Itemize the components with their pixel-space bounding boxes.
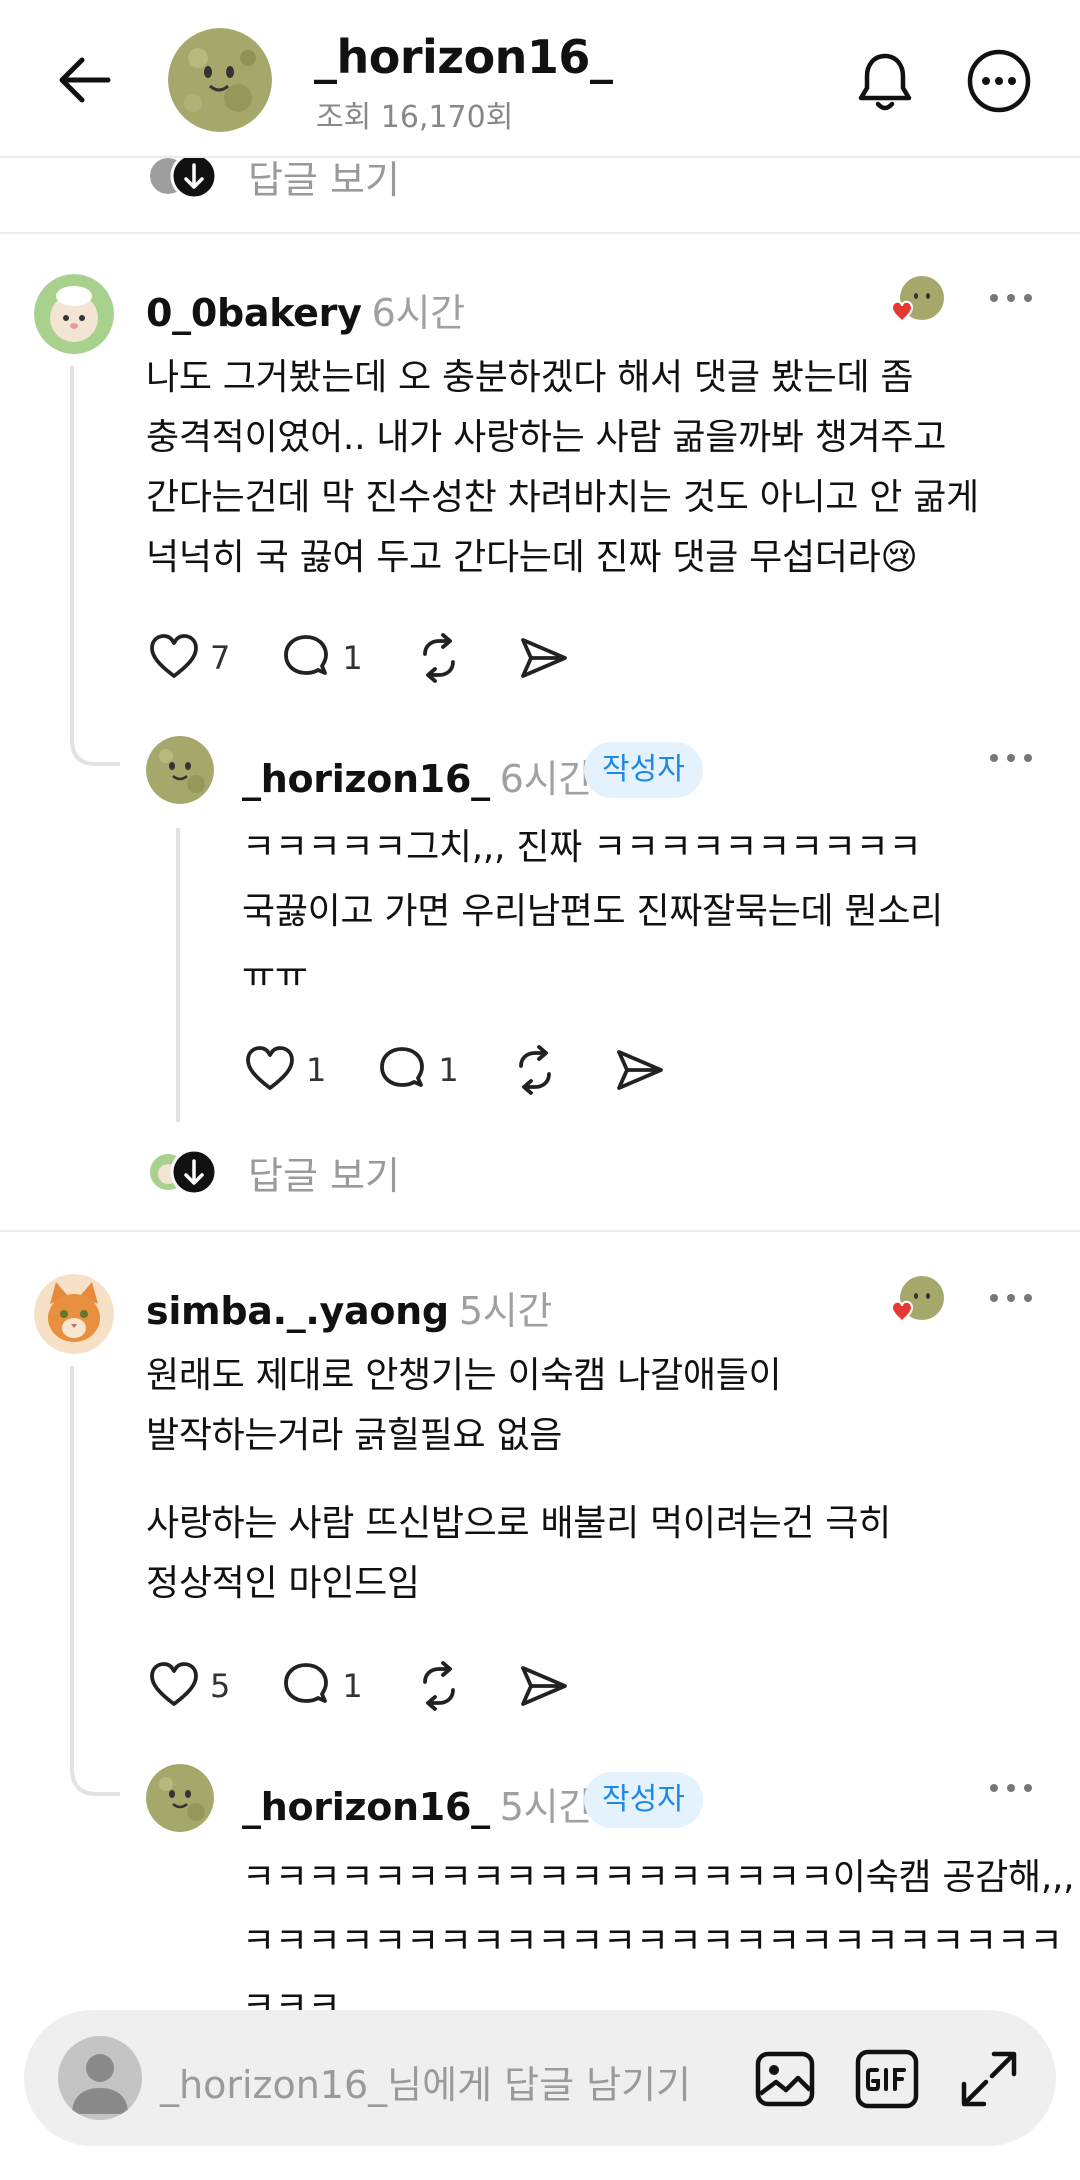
comment-text: 나도 그거봤는데 오 충분하겠다 해서 댓글 봤는데 좀 충격적이였어.. 내가… [146,357,979,578]
repost-icon [422,633,455,683]
gif-icon[interactable] [854,2046,920,2112]
author-badge: 작성자 [584,742,703,798]
user-icon [72,2054,128,2114]
like-button[interactable]: 5 [146,1658,230,1714]
reply-username[interactable]: _horizon16_ 5시간 [242,1776,593,1831]
share-button[interactable] [515,630,571,686]
repost-icon [518,1045,551,1095]
like-count: 5 [210,1667,231,1705]
thread-connector [70,366,120,766]
divider [0,232,1080,234]
comment-icon [284,635,329,675]
like-button[interactable]: 7 [146,630,230,686]
comment-text-paragraph: 사랑하는 사람 뜨신밥으로 배불리 먹이려는건 극히 정상적인 마인드임 [146,1503,891,1604]
bell-icon[interactable] [852,48,918,114]
more-icon[interactable] [966,48,1032,114]
thread-line [176,828,180,1122]
like-button[interactable]: 1 [242,1042,326,1098]
repost-button[interactable] [507,1042,563,1098]
comment-text: 원래도 제대로 안챙기는 이숙캠 나갈애들이 발작하는거라 긁힐필요 없음 [146,1355,782,1456]
share-button[interactable] [515,1658,571,1714]
author-liked-icon [890,1276,944,1323]
comment-username[interactable]: 0_0bakery 6시간 [146,282,465,337]
reply-time: 6시간 [499,757,594,801]
reply-more-icon[interactable] [986,748,1036,768]
expand-icon[interactable] [956,2046,1022,2112]
comment-more-icon[interactable] [986,288,1036,308]
author-badge: 작성자 [584,1772,703,1828]
comment-time: 5시간 [458,1289,553,1333]
send-icon [616,1050,663,1090]
reply-button[interactable]: 1 [374,1042,459,1098]
reply-button[interactable]: 1 [278,1658,363,1714]
send-icon [520,1666,567,1706]
top-bar: _horizon16_ 조회 16,170회 [0,0,1080,158]
profile-avatar[interactable] [168,28,272,132]
reply-more-icon[interactable] [986,1778,1036,1798]
reply-time: 5시간 [499,1785,594,1829]
avatar[interactable] [34,274,114,354]
heart-icon [150,1662,198,1706]
author-liked-icon [890,276,944,323]
send-icon [520,638,567,678]
thread-connector [70,1366,120,1796]
heart-icon [246,1046,294,1090]
avatar[interactable] [146,1764,214,1832]
avatar [58,2036,142,2120]
reply-username[interactable]: _horizon16_ 6시간 [242,748,593,803]
view-replies-label: 답글 보기 [248,1153,400,1198]
comment-actions: 7 1 [146,630,619,686]
reply-composer[interactable]: _horizon16_님에게 답글 남기기 [24,2010,1056,2146]
comment-actions: 5 1 [146,1658,619,1714]
view-replies-button[interactable]: 답글 보기 [146,1144,400,1200]
comment-icon [380,1047,425,1087]
reply-button[interactable]: 1 [278,630,363,686]
share-button[interactable] [611,1042,667,1098]
arrow-left-icon[interactable] [56,52,116,108]
comment-username[interactable]: simba._.yaong 5시간 [146,1280,552,1335]
repost-icon [422,1661,455,1711]
comment-time: 6시간 [371,291,466,335]
reply-count: 1 [342,639,363,677]
comment-more-icon[interactable] [986,1288,1036,1308]
comment-icon [284,1663,329,1703]
repost-button[interactable] [411,630,467,686]
like-count: 1 [306,1051,327,1089]
reply-input[interactable]: _horizon16_님에게 답글 남기기 [160,2054,691,2109]
reply-count: 1 [438,1051,459,1089]
avatar[interactable] [34,1274,114,1354]
reply-text: ㅋㅋㅋㅋㅋ그치,,, 진짜 ㅋㅋㅋㅋㅋㅋㅋㅋㅋㅋ 국끓이고 가면 우리남편도 진… [242,827,943,996]
view-count: 조회 16,170회 [316,100,514,135]
reply-count: 1 [342,1667,363,1705]
page-title: _horizon16_ [314,30,613,84]
replies-avatar-stack [146,1144,226,1200]
repost-button[interactable] [411,1658,467,1714]
heart-icon [150,634,198,678]
like-count: 7 [210,639,231,677]
divider [0,1230,1080,1232]
image-icon[interactable] [752,2046,818,2112]
avatar[interactable] [146,736,214,804]
reply-actions: 1 1 [242,1042,715,1098]
